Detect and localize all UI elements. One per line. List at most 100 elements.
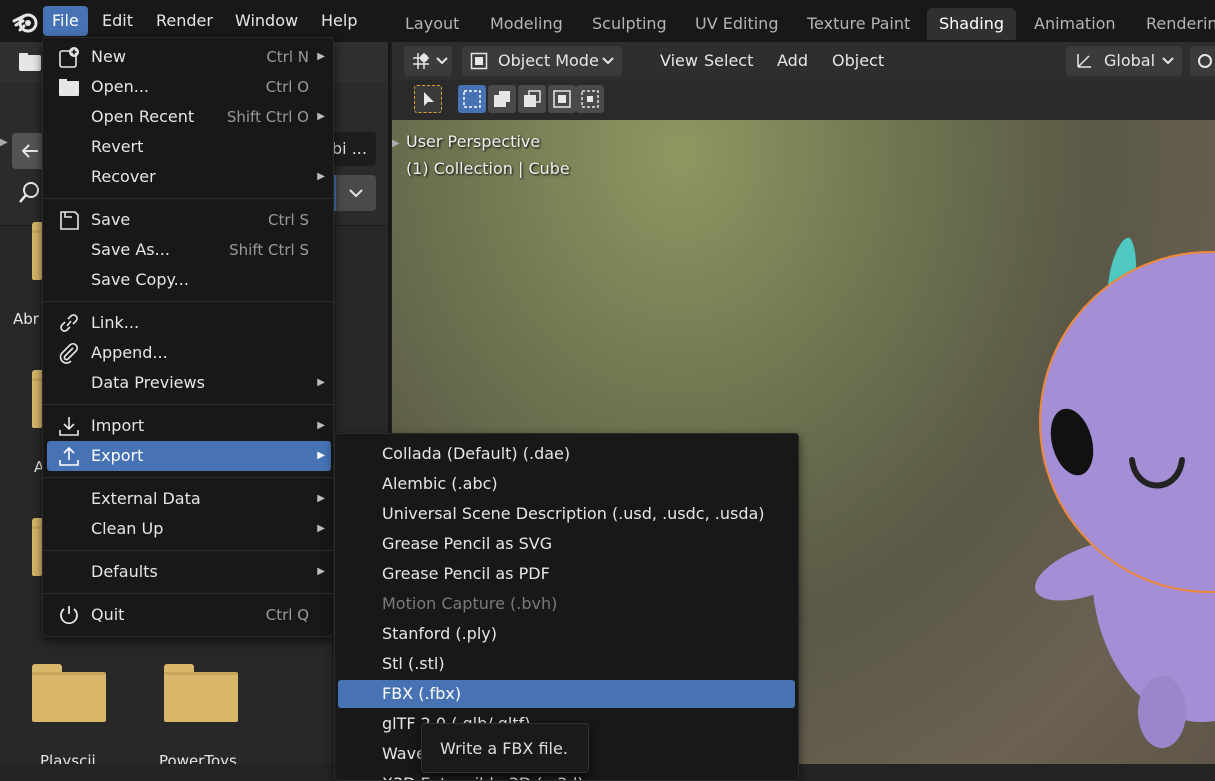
menu-item-label: FBX (.fbx): [382, 684, 462, 703]
transform-orientation-dropdown[interactable]: Global: [1066, 46, 1182, 76]
menu-item-import[interactable]: Import ▶: [47, 411, 331, 441]
top-bar: File Edit Render Window Help Layout Mode…: [0, 0, 1215, 42]
menu-item-label: Save As...: [91, 240, 170, 259]
file-menu: New Ctrl N ▶ Open... Ctrl O Open Recent …: [42, 37, 334, 637]
export-grease-pencil-svg[interactable]: Grease Pencil as SVG: [338, 530, 795, 558]
object-mode-dropdown[interactable]: Object Mode: [462, 46, 622, 76]
export-collada[interactable]: Collada (Default) (.dae): [338, 440, 795, 468]
menu-item-save-as[interactable]: Save As... Shift Ctrl S: [47, 235, 331, 265]
folder-icon[interactable]: [18, 52, 42, 72]
select-extend-icon: [494, 91, 510, 107]
submenu-arrow-icon: ▶: [317, 377, 325, 388]
submenu-arrow-icon: ▶: [317, 171, 325, 182]
export-stl[interactable]: Stl (.stl): [338, 650, 795, 678]
append-icon: [59, 342, 79, 364]
menu-item-open[interactable]: Open... Ctrl O: [47, 72, 331, 102]
folder-item[interactable]: [32, 370, 62, 428]
tab-sculpting[interactable]: Sculpting: [580, 8, 679, 40]
tab-rendering[interactable]: Renderin: [1134, 8, 1215, 40]
menu-item-data-previews[interactable]: Data Previews ▶: [47, 368, 331, 398]
menu-add[interactable]: Add: [767, 46, 818, 76]
menu-item-label: Import: [91, 416, 145, 435]
export-usd[interactable]: Universal Scene Description (.usd, .usdc…: [338, 500, 795, 528]
folder-item-playscii[interactable]: [32, 664, 106, 722]
menu-edit[interactable]: Edit: [93, 6, 142, 36]
editor-type-button[interactable]: [404, 46, 452, 76]
menu-item-shortcut: Ctrl Q: [265, 606, 309, 624]
folder-item-powertoys[interactable]: [164, 664, 238, 722]
menu-item-label: Save: [91, 210, 131, 229]
select-extend-button[interactable]: [488, 85, 516, 113]
expand-arrow-icon[interactable]: ▶: [0, 137, 10, 157]
menu-item-append[interactable]: Append...: [47, 338, 331, 368]
menu-item-clean-up[interactable]: Clean Up ▶: [47, 514, 331, 544]
folder-item[interactable]: [32, 518, 62, 576]
tab-shading[interactable]: Shading: [927, 8, 1016, 40]
select-intersect-icon: [581, 90, 599, 108]
toolbar-expand-icon[interactable]: ▶: [392, 138, 402, 158]
menu-item-label: Collada (Default) (.dae): [382, 444, 571, 463]
menu-help[interactable]: Help: [312, 6, 366, 36]
menu-item-quit[interactable]: Quit Ctrl Q: [47, 600, 331, 630]
menu-item-new[interactable]: New Ctrl N ▶: [47, 42, 331, 72]
export-fbx[interactable]: FBX (.fbx): [338, 680, 795, 708]
import-icon: [59, 417, 79, 436]
menu-item-link[interactable]: Link...: [47, 308, 331, 338]
chevron-down-icon: [349, 189, 363, 198]
pivot-button[interactable]: [1190, 46, 1215, 76]
search-icon[interactable]: [18, 180, 42, 204]
menu-select[interactable]: Select: [694, 46, 763, 76]
menu-item-label: External Data: [91, 489, 201, 508]
menu-separator: [43, 477, 333, 478]
orientation-axes-icon: [1077, 54, 1091, 68]
submenu-arrow-icon: ▶: [317, 111, 325, 122]
menu-item-export[interactable]: Export ▶: [47, 441, 331, 471]
tweak-tool-button[interactable]: [414, 85, 442, 113]
menu-item-label: Grease Pencil as SVG: [382, 534, 553, 553]
menu-item-label: Export: [91, 446, 144, 465]
menu-item-recover[interactable]: Recover ▶: [47, 162, 331, 192]
menu-item-label: Revert: [91, 137, 144, 156]
menu-item-external-data[interactable]: External Data ▶: [47, 484, 331, 514]
object-mode-label: Object Mode: [498, 51, 599, 70]
menu-item-label: Recover: [91, 167, 156, 186]
export-alembic[interactable]: Alembic (.abc): [338, 470, 795, 498]
menu-item-revert[interactable]: Revert: [47, 132, 331, 162]
menu-item-label: Open Recent: [91, 107, 195, 126]
tab-layout[interactable]: Layout: [393, 8, 471, 40]
blender-logo-icon[interactable]: [12, 8, 40, 36]
menu-item-save-copy[interactable]: Save Copy...: [47, 265, 331, 295]
menu-object[interactable]: Object: [822, 46, 894, 76]
select-intersect-button[interactable]: [576, 85, 604, 113]
select-subtract-button[interactable]: [518, 85, 546, 113]
tab-texture-paint[interactable]: Texture Paint: [795, 8, 922, 40]
tab-modeling[interactable]: Modeling: [478, 8, 575, 40]
folder-item[interactable]: [32, 222, 62, 280]
menu-item-label: Data Previews: [91, 373, 205, 392]
folder-label: Abr: [13, 310, 39, 328]
menu-separator: [43, 550, 333, 551]
menu-window[interactable]: Window: [226, 6, 307, 36]
menu-item-open-recent[interactable]: Open Recent Shift Ctrl O ▶: [47, 102, 331, 132]
menu-item-label: Append...: [91, 343, 168, 362]
power-icon: [60, 606, 78, 625]
select-new-button[interactable]: [458, 85, 486, 113]
select-box-icon: [463, 90, 481, 108]
export-stanford-ply[interactable]: Stanford (.ply): [338, 620, 795, 648]
select-invert-button[interactable]: [548, 85, 576, 113]
menu-render[interactable]: Render: [147, 6, 222, 36]
viewport-collection-label: (1) Collection | Cube: [406, 159, 570, 178]
menu-item-shortcut: Ctrl O: [265, 78, 309, 96]
character-model[interactable]: [1032, 232, 1215, 752]
menu-item-defaults[interactable]: Defaults ▶: [47, 557, 331, 587]
tab-uv-editing[interactable]: UV Editing: [683, 8, 790, 40]
menu-item-label: Motion Capture (.bvh): [382, 594, 558, 613]
menu-item-label: Stanford (.ply): [382, 624, 497, 643]
cursor-arrow-icon: [424, 92, 434, 106]
menu-file[interactable]: File: [43, 6, 88, 36]
export-grease-pencil-pdf[interactable]: Grease Pencil as PDF: [338, 560, 795, 588]
menu-item-save[interactable]: Save Ctrl S: [47, 205, 331, 235]
tab-animation[interactable]: Animation: [1022, 8, 1128, 40]
menu-item-label: Defaults: [91, 562, 158, 581]
submenu-arrow-icon: ▶: [317, 566, 325, 577]
